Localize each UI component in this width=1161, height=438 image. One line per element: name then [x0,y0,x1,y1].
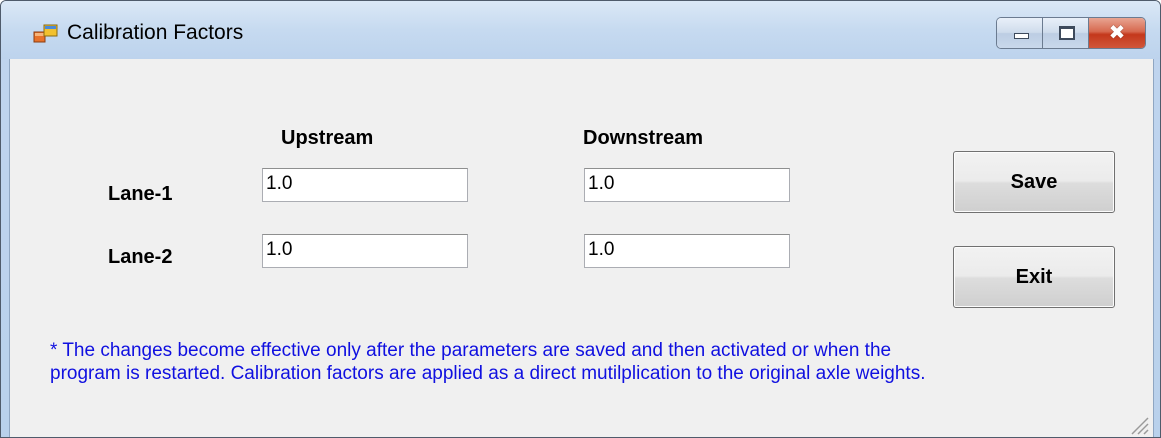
title-bar[interactable]: Calibration Factors ✖ [1,1,1160,59]
lane-2-upstream-input[interactable]: 1.0 [262,234,468,268]
lane-2-label: Lane-2 [108,246,173,268]
window-title: Calibration Factors [67,21,244,44]
close-button[interactable]: ✖ [1089,18,1145,48]
exit-button[interactable]: Exit [953,246,1115,308]
downstream-column-header: Downstream [583,127,704,149]
caption-buttons: ✖ [996,17,1146,49]
info-note-line-1: * The changes become effective only afte… [50,340,892,361]
upstream-column-header: Upstream [281,127,374,149]
maximize-button[interactable] [1043,18,1089,48]
close-icon: ✖ [1108,20,1126,44]
minimize-button[interactable] [997,18,1043,48]
minimize-icon [1014,33,1029,39]
resize-grip-icon[interactable] [1127,413,1149,435]
info-note-line-2: program is restarted. Calibration factor… [50,363,926,384]
lane-2-downstream-input[interactable]: 1.0 [584,234,790,268]
lane-1-label: Lane-1 [108,183,173,205]
maximize-icon [1059,26,1075,40]
lane-1-upstream-input[interactable]: 1.0 [262,168,468,202]
app-window-icon [33,24,58,43]
lane-1-downstream-input[interactable]: 1.0 [584,168,790,202]
calibration-window: Calibration Factors ✖ Upstream Downstrea… [0,0,1161,438]
save-button[interactable]: Save [953,151,1115,213]
form-client-area: Upstream Downstream Lane-1 1.0 1.0 Lane-… [9,59,1154,437]
info-note: * The changes become effective only afte… [50,339,1140,385]
